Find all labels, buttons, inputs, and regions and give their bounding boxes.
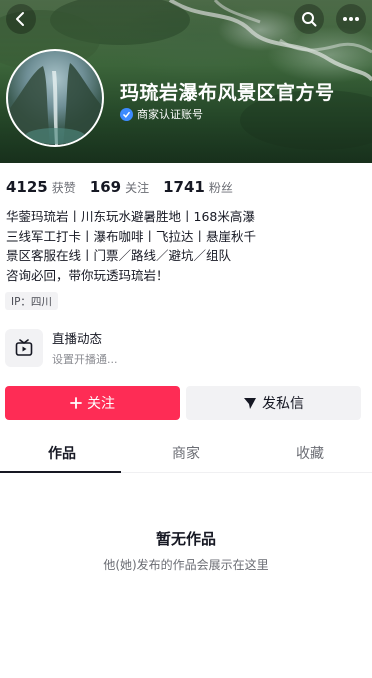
empty-state-subtitle: 他(她)发布的作品会展示在这里 xyxy=(103,558,269,572)
bio-line: 咨询必回，带你玩透玛琉岩！ xyxy=(6,267,169,283)
stat-label: 关注 xyxy=(125,181,150,195)
live-subtitle: 设置开播通... xyxy=(52,353,118,366)
plus-icon xyxy=(70,397,82,409)
tab-works[interactable]: 作品 xyxy=(0,437,124,472)
live-activity-card[interactable]: 直播动态 设置开播通... xyxy=(5,328,118,367)
follow-label: 关注 xyxy=(87,396,115,412)
more-dots-icon xyxy=(343,17,359,21)
account-name: 玛琉岩瀑布风景区官方号 xyxy=(120,82,335,104)
verify-row: 商家认证账号 xyxy=(120,106,203,122)
stat-label: 获赞 xyxy=(51,181,76,195)
back-button[interactable] xyxy=(6,4,36,34)
message-label: 发私信 xyxy=(262,396,304,412)
content-tabs: 作品 商家 收藏 xyxy=(0,437,372,473)
active-tab-indicator xyxy=(0,471,121,473)
avatar[interactable] xyxy=(6,49,104,147)
avatar-scenery xyxy=(8,63,102,145)
bio-line: 三线军工打卡丨瀑布咖啡丨飞拉达丨悬崖秋千 xyxy=(6,228,257,244)
stat-value: 1741 xyxy=(163,178,205,196)
follow-button[interactable]: 关注 xyxy=(5,386,180,420)
tab-merchant[interactable]: 商家 xyxy=(124,437,248,472)
send-message-button[interactable]: 发私信 xyxy=(186,386,361,420)
stat-followers[interactable]: 1741 粉丝 xyxy=(163,178,233,196)
ip-location-badge: IP：四川 xyxy=(5,292,58,310)
live-tv-icon xyxy=(5,328,43,367)
stat-following[interactable]: 169 关注 xyxy=(90,178,149,196)
stat-label: 粉丝 xyxy=(208,181,233,195)
bio-line: 华蓥玛琉岩丨川东玩水避暑胜地丨168米高瀑 xyxy=(6,209,255,224)
stats-row: 4125 获赞 169 关注 1741 粉丝 xyxy=(6,178,247,196)
live-title: 直播动态 xyxy=(52,331,103,346)
stat-value: 4125 xyxy=(6,178,48,196)
more-button[interactable] xyxy=(336,4,366,34)
verified-badge-icon xyxy=(120,107,133,121)
search-icon xyxy=(302,12,317,27)
tab-favorites[interactable]: 收藏 xyxy=(248,437,372,472)
search-button[interactable] xyxy=(294,4,324,34)
back-arrow-icon xyxy=(16,12,24,26)
stat-likes[interactable]: 4125 获赞 xyxy=(6,178,76,196)
empty-state-title: 暂无作品 xyxy=(155,530,216,548)
bio-line: 景区客服在线丨门票／路线／避坑／组队 xyxy=(6,248,232,263)
verify-text: 商家认证账号 xyxy=(137,108,203,121)
send-icon xyxy=(244,398,256,409)
profile-bio: 华蓥玛琉岩丨川东玩水避暑胜地丨168米高瀑 三线军工打卡丨瀑布咖啡丨飞拉达丨悬崖… xyxy=(6,207,366,285)
stat-value: 169 xyxy=(89,178,122,196)
